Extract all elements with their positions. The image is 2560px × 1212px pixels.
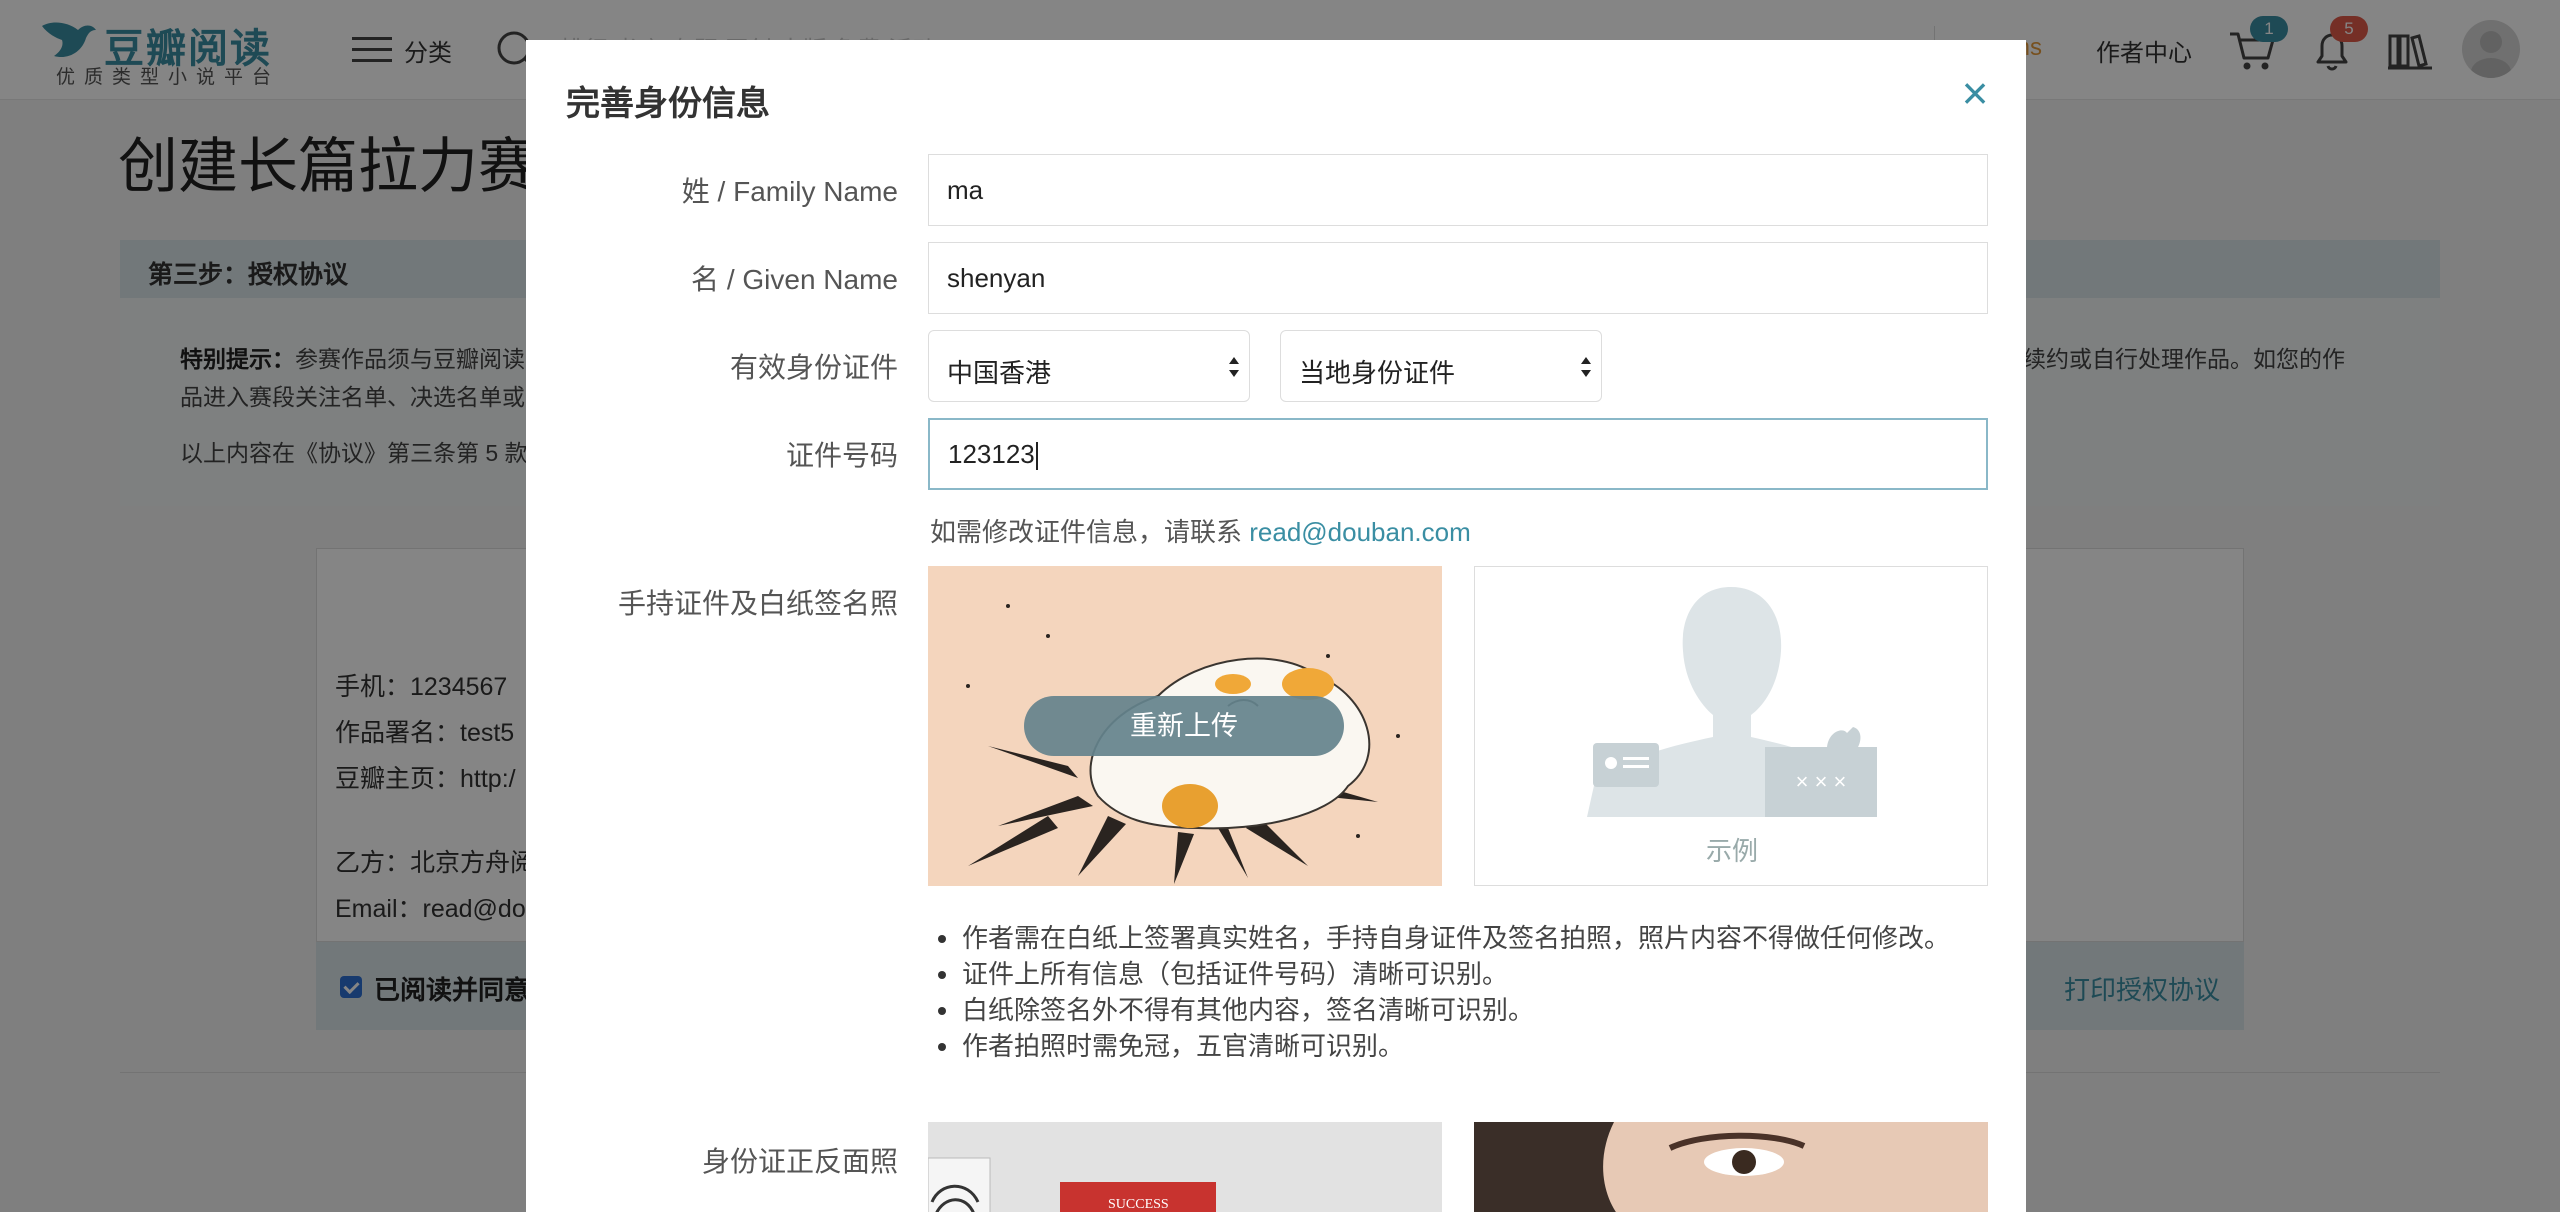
id-card-front-photo: SUCCESS	[928, 1122, 1442, 1212]
given-name-field[interactable]	[928, 242, 1988, 314]
handheld-photo-label: 手持证件及白纸签名照	[617, 588, 898, 619]
id-card-photo-label: 身份证正反面照	[701, 1146, 898, 1177]
modal-title: 完善身份信息	[566, 85, 770, 123]
id-back-image	[1474, 1122, 1988, 1212]
given-name-label: 名 / Given Name	[691, 264, 898, 295]
contact-hint: 如需修改证件信息，请联系 read@douban.com	[930, 512, 1471, 549]
select-arrows-icon	[1229, 357, 1239, 377]
id-card-back-photo	[1474, 1122, 1988, 1212]
id-type-label: 有效身份证件	[729, 352, 898, 383]
example-card-marks: × × ×	[1796, 769, 1847, 794]
example-label: 示例	[1705, 836, 1758, 866]
id-kind-select-value: 当地身份证件	[1299, 358, 1456, 388]
id-kind-select[interactable]: 当地身份证件	[1280, 330, 1602, 402]
id-number-value: 123123	[948, 439, 1035, 469]
contact-email-link[interactable]: read@douban.com	[1249, 517, 1471, 547]
id-number-label: 证件号码	[785, 440, 898, 471]
reupload-button[interactable]: 重新上传	[1024, 696, 1344, 756]
family-name-field[interactable]	[928, 154, 1988, 226]
rule-item: 作者拍照时需免冠，五官清晰可识别。	[938, 1028, 1950, 1064]
uploaded-handheld-photo: 重新上传	[928, 566, 1442, 886]
id-photo-text: SUCCESS	[1108, 1197, 1169, 1212]
hint-text: 如需修改证件信息，请联系	[930, 517, 1250, 547]
family-name-label: 姓 / Family Name	[681, 176, 898, 207]
rule-item: 证件上所有信息（包括证件号码）清晰可识别。	[938, 956, 1950, 992]
example-photo-box: × × × 示例	[1474, 566, 1988, 886]
close-icon[interactable]: ×	[1952, 70, 1998, 116]
photo-rules-list: 作者需在白纸上签署真实姓名，手持自身证件及签名拍照，照片内容不得做任何修改。 证…	[938, 920, 1950, 1064]
identity-modal: 完善身份信息 × 姓 / Family Name 名 / Given Name …	[526, 40, 2026, 1212]
id-front-image: SUCCESS	[928, 1122, 1442, 1212]
rule-item: 白纸除签名外不得有其他内容，签名清晰可识别。	[938, 992, 1950, 1028]
text-caret	[1035, 442, 1038, 471]
select-arrows-icon	[1581, 357, 1591, 377]
region-select[interactable]: 中国香港	[928, 330, 1250, 402]
rule-item: 作者需在白纸上签署真实姓名，手持自身证件及签名拍照，照片内容不得做任何修改。	[938, 920, 1950, 956]
id-number-field[interactable]: 123123	[928, 418, 1988, 490]
region-select-value: 中国香港	[947, 358, 1052, 388]
